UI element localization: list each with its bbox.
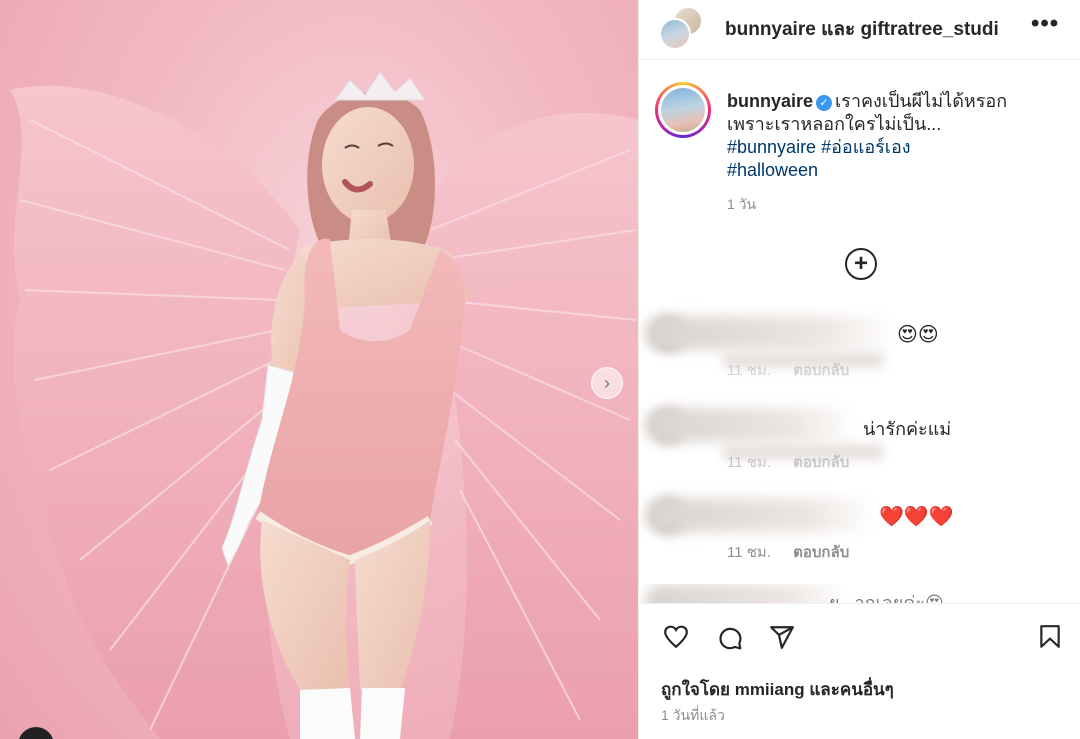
comment: ❤️❤️❤️ 11 ชม. ตอบกลับ — [639, 498, 1080, 578]
caption-avatar[interactable] — [655, 82, 711, 138]
bookmark-icon[interactable] — [1037, 624, 1063, 650]
comment-meta: 11 ชม. ตอบกลับ — [727, 540, 849, 564]
likes-summary[interactable]: ถูกใจโดย mmiiang และคนอื่นๆ — [661, 676, 894, 703]
verified-badge-icon: ✓ — [816, 95, 833, 111]
caption-line-2: เพราะเราหลอกใครไม่เป็น... — [727, 114, 942, 134]
comment-meta: 11 ชม. ตอบกลับ — [727, 450, 849, 474]
comment-time: 11 ชม. — [727, 544, 771, 561]
comment: น่ารักค่ะแม่ 11 ชม. ตอบกลับ — [639, 408, 1080, 488]
hashtag[interactable]: #bunnyaire — [727, 137, 816, 157]
heart-icon[interactable] — [663, 624, 689, 650]
comment-blurred-content — [645, 408, 855, 442]
action-bar — [639, 603, 1080, 667]
comment: 😍😍 11 ชม. ตอบกลับ — [639, 316, 1080, 396]
hashtag[interactable]: #halloween — [727, 160, 818, 180]
comment-blurred-content — [645, 316, 895, 350]
comment-text: 😍😍 — [897, 324, 939, 346]
post-panel: bunnyaire และ giftratree_studi ••• bunny… — [638, 0, 1080, 739]
caption-line-1: เราคงเป็นผีไม่ได้หรอก — [835, 91, 1008, 111]
post-timestamp: 1 วันที่แล้ว — [661, 707, 725, 723]
comment-text: ❤️❤️❤️ — [879, 506, 954, 528]
photo-illustration — [10, 71, 638, 739]
comment-text: น่ารักค่ะแม่ — [863, 419, 952, 439]
caption-text: bunnyaire ✓ เราคงเป็นผีไม่ได้หรอก เพราะเรา… — [727, 90, 1065, 182]
more-horizontal-icon[interactable]: ••• — [1031, 10, 1059, 38]
share-icon[interactable] — [769, 624, 795, 650]
comment-time: 11 ชม. — [727, 362, 771, 379]
hashtag[interactable]: #อ่อแอร์เอง — [821, 137, 910, 157]
reply-button[interactable]: ตอบกลับ — [793, 454, 849, 471]
collab-avatars[interactable] — [659, 6, 707, 50]
comment-meta: 11 ชม. ตอบกลับ — [727, 358, 849, 382]
avatar — [659, 18, 691, 50]
comment-blurred-content — [645, 584, 845, 604]
post-photo[interactable]: › — [0, 0, 638, 739]
post-header: bunnyaire และ giftratree_studi ••• — [639, 0, 1080, 60]
post-authors[interactable]: bunnyaire และ giftratree_studi — [725, 14, 1021, 44]
caption-time: 1 วัน — [727, 196, 757, 212]
next-photo-button[interactable]: › — [591, 367, 623, 399]
comment-time: 11 ชม. — [727, 454, 771, 471]
caption-username[interactable]: bunnyaire — [727, 91, 813, 111]
comment-text: ย...ากเลยค่ะ😍 — [829, 593, 944, 604]
reply-button[interactable]: ตอบกลับ — [793, 362, 849, 379]
comment-icon[interactable] — [717, 624, 743, 650]
comment-blurred-content — [645, 498, 875, 532]
chevron-right-icon: › — [604, 372, 610, 393]
plus-circle-icon[interactable]: + — [845, 248, 877, 280]
avatar — [658, 85, 708, 135]
comment: ย...ากเลยค่ะ😍 — [639, 584, 1080, 604]
reply-button[interactable]: ตอบกลับ — [793, 544, 849, 561]
